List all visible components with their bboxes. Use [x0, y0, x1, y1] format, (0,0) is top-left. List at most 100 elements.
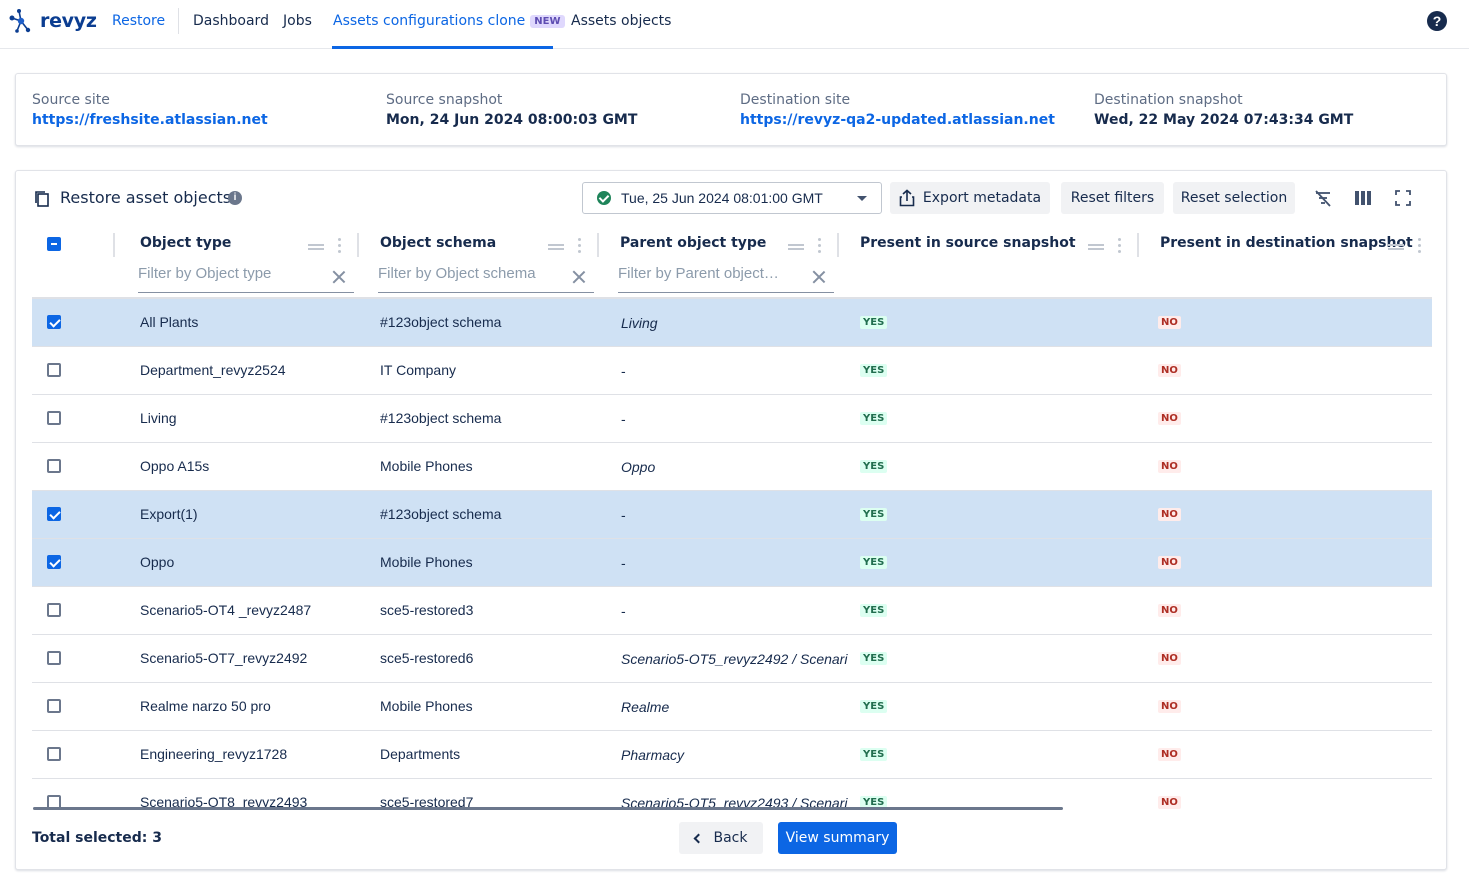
row-checkbox[interactable] — [47, 699, 61, 713]
cell-object-type: Living — [140, 410, 177, 426]
nav-jobs[interactable]: Jobs — [283, 13, 312, 29]
column-menu-icon[interactable] — [338, 238, 341, 254]
columns-icon[interactable] — [1353, 188, 1373, 208]
status-badge-destination: NO — [1158, 700, 1181, 713]
column-resize-handle[interactable] — [597, 233, 599, 257]
select-all-checkbox[interactable] — [47, 237, 61, 251]
destination-snapshot-value: Wed, 22 May 2024 07:43:34 GMT — [1094, 112, 1354, 128]
drag-handle-icon[interactable] — [1388, 244, 1404, 250]
back-label: Back — [713, 830, 748, 846]
table-row[interactable]: Export(1) #123object schema - YES NO — [32, 491, 1432, 539]
column-menu-icon[interactable] — [1118, 238, 1121, 254]
table-row[interactable]: Living #123object schema - YES NO — [32, 395, 1432, 443]
status-badge-source: YES — [860, 412, 888, 425]
export-icon — [899, 189, 915, 207]
column-resize-handle[interactable] — [113, 233, 115, 257]
filter-object-type-input[interactable]: Filter by Object type — [138, 263, 354, 293]
table-row[interactable]: Oppo Mobile Phones - YES NO — [32, 539, 1432, 587]
row-checkbox[interactable] — [47, 555, 61, 569]
destination-site: Destination site https://revyz-qa2-updat… — [740, 92, 1055, 128]
table-row[interactable]: Scenario5-OT8_revyz2493 sce5-restored7 Sce… — [32, 779, 1432, 809]
cell-parent-object-type: - — [621, 603, 626, 619]
table-row[interactable]: All Plants #123object schema Living YES NO — [32, 299, 1432, 347]
snapshot-date-select[interactable]: Tue, 25 Jun 2024 08:01:00 GMT — [582, 182, 882, 214]
filter-object-schema-input[interactable]: Filter by Object schema — [378, 263, 594, 293]
snapshot-date-value: Tue, 25 Jun 2024 08:01:00 GMT — [621, 190, 823, 206]
row-checkbox[interactable] — [47, 411, 61, 425]
table-row[interactable]: Realme narzo 50 pro Mobile Phones Realme YE… — [32, 683, 1432, 731]
drag-handle-icon[interactable] — [308, 244, 324, 250]
cell-object-schema: Departments — [380, 746, 461, 762]
column-header-object-type[interactable]: Object type — [140, 235, 231, 251]
destination-site-label: Destination site — [740, 92, 851, 108]
destination-snapshot: Destination snapshot Wed, 22 May 2024 07… — [1094, 92, 1353, 128]
cell-object-schema: sce5-restored3 — [380, 602, 474, 618]
table-row[interactable]: Engineering_revyz1728 Departments Pharmacy… — [32, 731, 1432, 779]
revyz-logo[interactable]: revyz — [6, 6, 97, 36]
help-icon[interactable]: ? — [1427, 11, 1447, 31]
column-resize-handle[interactable] — [1137, 233, 1139, 257]
cell-parent-object-type: Realme — [621, 699, 670, 715]
drag-handle-icon[interactable] — [1088, 244, 1104, 250]
reset-filters-button[interactable]: Reset filters — [1061, 182, 1164, 214]
status-badge-source: YES — [860, 604, 888, 617]
total-selected-value: 3 — [152, 830, 162, 846]
reset-selection-button[interactable]: Reset selection — [1173, 182, 1295, 214]
nav-dashboard[interactable]: Dashboard — [193, 13, 269, 29]
info-icon[interactable]: i — [228, 191, 242, 205]
destination-site-link[interactable]: https://revyz-qa2-updated.atlassian.net — [740, 112, 1055, 128]
fullscreen-icon[interactable] — [1393, 188, 1413, 208]
column-header-present-in-source[interactable]: Present in source snapshot — [860, 235, 1076, 251]
column-resize-handle[interactable] — [357, 233, 359, 257]
column-header-parent-object-type[interactable]: Parent object type — [620, 235, 766, 251]
row-checkbox[interactable] — [47, 363, 61, 377]
row-checkbox[interactable] — [47, 507, 61, 521]
nav-assets-objects[interactable]: Assets objects — [571, 13, 671, 29]
export-metadata-button[interactable]: Export metadata — [890, 182, 1050, 214]
table-row[interactable]: Oppo A15s Mobile Phones Oppo YES NO — [32, 443, 1432, 491]
drag-handle-icon[interactable] — [788, 244, 804, 250]
row-checkbox[interactable] — [47, 651, 61, 665]
column-menu-icon[interactable] — [1418, 238, 1421, 254]
row-checkbox[interactable] — [47, 459, 61, 473]
cell-parent-object-type: - — [621, 363, 626, 379]
column-resize-handle[interactable] — [837, 233, 839, 257]
clear-filter-object-type-icon[interactable] — [332, 270, 345, 283]
cell-object-schema: #123object schema — [380, 314, 502, 330]
drag-handle-icon[interactable] — [548, 244, 564, 250]
total-selected: Total selected: 3 — [32, 830, 162, 846]
clear-filter-parent-object-type-icon[interactable] — [812, 270, 825, 283]
status-badge-destination: NO — [1158, 604, 1181, 617]
table-row[interactable]: Scenario5-OT4 _revyz2487 sce5-restored3 - Y… — [32, 587, 1432, 635]
status-badge-source: YES — [860, 652, 888, 665]
row-checkbox[interactable] — [47, 747, 61, 761]
cell-object-type: Realme narzo 50 pro — [140, 698, 271, 714]
cell-object-type: Export(1) — [140, 506, 198, 522]
row-checkbox[interactable] — [47, 315, 61, 329]
clear-filter-icon[interactable] — [1313, 188, 1333, 208]
source-site-label: Source site — [32, 92, 110, 108]
table-row[interactable]: Scenario5-OT7_revyz2492 sce5-restored6 Sce… — [32, 635, 1432, 683]
nav-restore[interactable]: Restore — [112, 13, 165, 29]
column-menu-icon[interactable] — [578, 238, 581, 254]
cell-object-schema: Mobile Phones — [380, 698, 473, 714]
table-row[interactable]: Department_revyz2524 IT Company - YES NO — [32, 347, 1432, 395]
nav-assets-configurations-clone[interactable]: Assets configurations clone NEW — [333, 13, 565, 29]
active-tab-indicator — [332, 46, 553, 49]
asset-objects-table: Object type Filter by Object type Object… — [32, 227, 1432, 809]
row-checkbox[interactable] — [47, 603, 61, 617]
back-button[interactable]: Back — [679, 822, 763, 854]
column-header-present-in-destination[interactable]: Present in destination snapshot — [1160, 235, 1413, 251]
cell-object-type: Department_revyz2524 — [140, 362, 286, 378]
status-badge-source: YES — [860, 508, 888, 521]
status-badge-destination: NO — [1158, 460, 1181, 473]
horizontal-scrollbar[interactable] — [33, 807, 1063, 810]
filter-parent-object-type-input[interactable]: Filter by Parent object… — [618, 263, 834, 293]
column-menu-icon[interactable] — [818, 238, 821, 254]
status-badge-source: YES — [860, 460, 888, 473]
status-badge-destination: NO — [1158, 556, 1181, 569]
column-header-object-schema[interactable]: Object schema — [380, 235, 496, 251]
source-site-link[interactable]: https://freshsite.atlassian.net — [32, 112, 268, 128]
clear-filter-object-schema-icon[interactable] — [572, 270, 585, 283]
view-summary-button[interactable]: View summary — [778, 822, 897, 854]
